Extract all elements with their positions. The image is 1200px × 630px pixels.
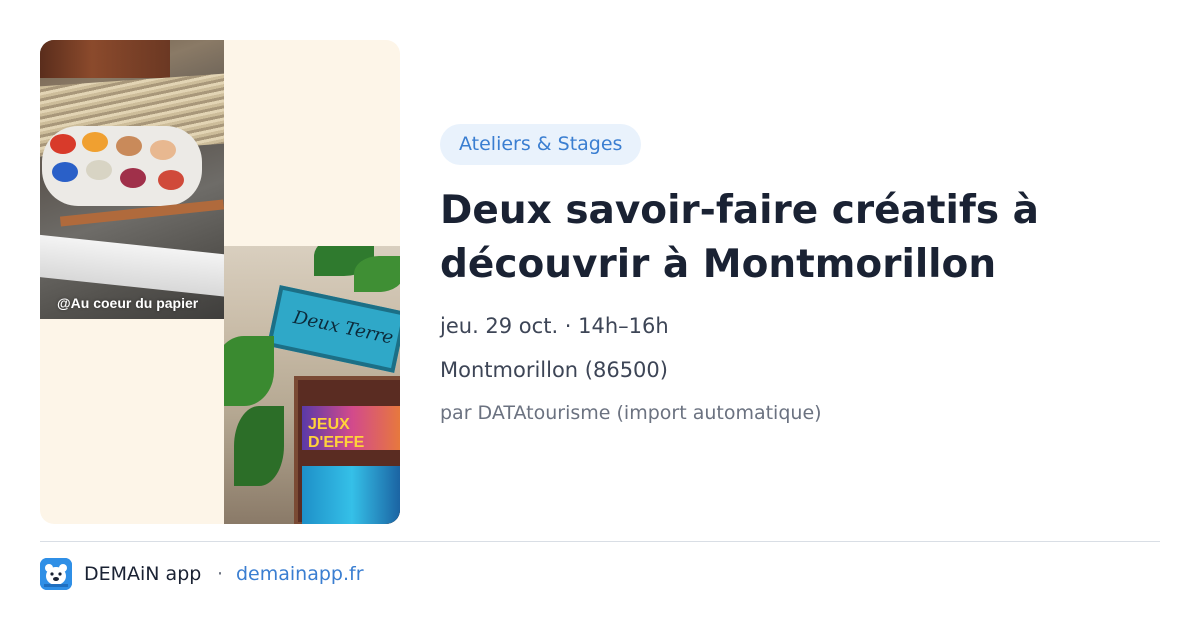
paint-dot	[150, 140, 176, 160]
app-name: DEMAiN app	[84, 563, 202, 585]
event-source: par DATAtourisme (import automatique)	[440, 402, 822, 424]
footer-separator: ·	[217, 563, 224, 585]
shop-front-photo: Deux Terre JEUX D'EFFE	[224, 246, 400, 524]
event-datetime: jeu. 29 oct. · 14h–16h	[440, 314, 669, 338]
paint-dot	[158, 170, 184, 190]
shop-sign-text: Deux Terre	[291, 306, 396, 349]
image-caption: @Au coeur du papier	[57, 295, 199, 311]
event-image[interactable]: @Au coeur du papier Deux Terre JEUX D'EF…	[40, 40, 400, 524]
shop-banner: JEUX D'EFFE	[302, 406, 400, 451]
shop-display	[302, 466, 400, 524]
leaf-shape	[234, 406, 284, 486]
category-tag[interactable]: Ateliers & Stages	[440, 124, 642, 165]
event-location: Montmorillon (86500)	[440, 358, 668, 382]
app-website-link[interactable]: demainapp.fr	[236, 563, 364, 585]
shop-sign: Deux Terre	[266, 285, 400, 373]
event-title[interactable]: Deux savoir-faire créatifs à découvrir à…	[440, 184, 1160, 292]
paint-dot	[120, 168, 146, 188]
paint-dot	[116, 136, 142, 156]
paint-dot	[52, 162, 78, 182]
demain-bear-icon[interactable]	[40, 558, 72, 590]
paint-dot	[82, 132, 108, 152]
book-shape	[40, 40, 170, 78]
leaf-shape	[354, 256, 400, 292]
paint-dot	[86, 160, 112, 180]
paper-blade-shape	[40, 234, 224, 298]
paint-palette-shape	[42, 126, 202, 206]
footer-divider	[40, 541, 1160, 542]
paper-workshop-photo: @Au coeur du papier	[40, 40, 224, 319]
shop-banner-text: JEUX D'EFFE	[308, 416, 365, 451]
paint-dot	[50, 134, 76, 154]
leaf-shape	[224, 336, 274, 406]
